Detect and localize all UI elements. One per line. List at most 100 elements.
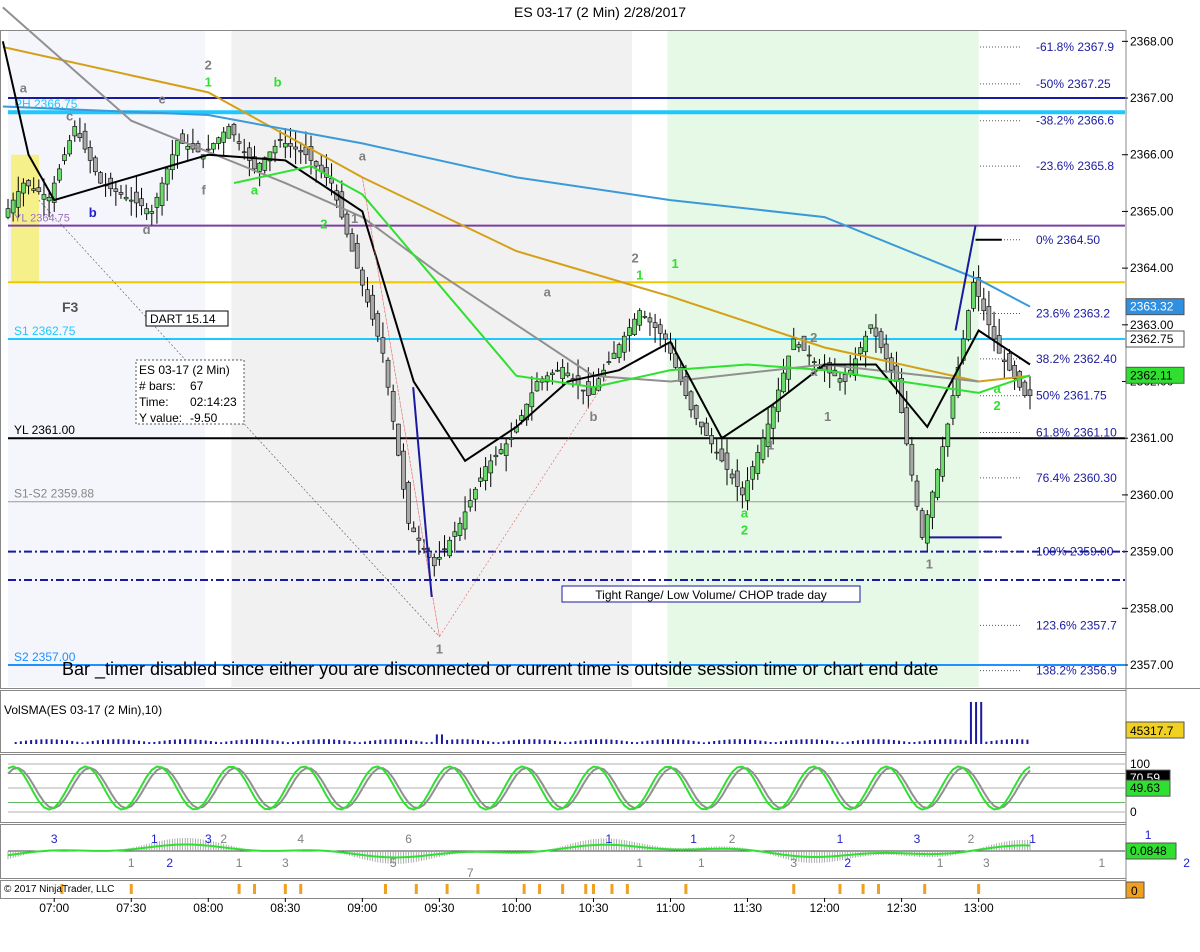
candle-body	[688, 391, 694, 411]
candle-body	[740, 487, 745, 496]
swing-label: a	[741, 506, 749, 521]
candle-body	[380, 337, 386, 354]
candle-body	[41, 194, 47, 200]
candle-body	[904, 407, 910, 445]
candle-body	[185, 145, 191, 150]
wave-label: 1	[690, 832, 697, 846]
candle-body	[385, 359, 391, 388]
time-tick-label: 09:00	[347, 901, 377, 915]
price-tick-label: 2363.00	[1130, 318, 1174, 332]
candle-body	[991, 326, 997, 340]
candle-body	[93, 157, 98, 173]
premarket-shade	[8, 31, 206, 687]
candle-body	[154, 196, 160, 208]
candle-body	[241, 151, 247, 154]
info-line-label: ES 03-17 (2 Min)	[139, 363, 230, 377]
swing-label: f	[201, 182, 206, 197]
wave-label: 2	[729, 832, 736, 846]
candle-body	[26, 180, 31, 187]
candle-body	[498, 449, 504, 454]
price-badge-label: 2362.75	[1130, 332, 1174, 346]
signal-badge-label: 0	[1131, 884, 1138, 898]
candle-body	[205, 148, 211, 151]
tight-range-label: Tight Range/ Low Volume/ CHOP trade day	[595, 588, 826, 602]
level-label: S1-S2 2359.88	[14, 487, 94, 501]
candle-body	[462, 511, 468, 530]
candle-body	[909, 444, 915, 476]
time-tick-label: 10:30	[578, 901, 608, 915]
candle-body	[21, 182, 26, 194]
candle-body	[5, 208, 11, 218]
candle-body	[642, 316, 648, 318]
candle-body	[10, 199, 16, 214]
time-tick-label: 07:00	[39, 901, 69, 915]
candle-body	[277, 139, 283, 141]
time-tick-label: 09:30	[424, 901, 454, 915]
candle-body	[236, 141, 242, 144]
swing-label: a	[251, 182, 259, 197]
swing-label: a	[359, 148, 367, 163]
fib-label: -23.6% 2365.8	[1036, 159, 1114, 173]
wave-label: 1	[236, 856, 243, 870]
candle-body	[729, 473, 735, 479]
swing-label: 1	[636, 267, 643, 282]
candle-body	[452, 531, 458, 537]
candle-body	[365, 289, 370, 303]
fib-label: -61.8% 2367.9	[1036, 40, 1114, 54]
candle-body	[211, 143, 216, 150]
candle-body	[360, 269, 365, 286]
candle-body	[31, 188, 36, 191]
candle-body	[144, 208, 149, 215]
candle-body	[354, 243, 360, 269]
candle-body	[894, 365, 899, 382]
wave-label: 3	[983, 856, 990, 870]
candle-body	[72, 126, 78, 137]
signal-tick	[876, 884, 880, 894]
candle-body	[935, 469, 940, 498]
swing-label: b	[274, 75, 282, 90]
wave-label: 5	[390, 856, 397, 870]
signal-tick	[977, 884, 981, 894]
fib-label: 38.2% 2362.40	[1036, 352, 1117, 366]
candle-body	[586, 381, 591, 396]
candle-body	[390, 391, 396, 422]
osc-badge-label: 0.0848	[1130, 844, 1167, 858]
candle-body	[344, 213, 350, 235]
candle-body	[221, 131, 226, 143]
swing-label: d	[143, 222, 151, 237]
price-tick-label: 2358.00	[1130, 601, 1174, 615]
candle-body	[1027, 389, 1033, 396]
candle-body	[339, 191, 345, 218]
signal-tick	[538, 884, 542, 894]
swing-label: e	[158, 92, 165, 107]
swing-label: b	[589, 409, 597, 424]
candle-body	[719, 448, 725, 462]
candle-body	[416, 537, 422, 541]
signal-tick	[610, 884, 614, 894]
swing-label: 1	[767, 438, 774, 453]
price-tick-label: 2360.00	[1130, 488, 1174, 502]
candle-body	[770, 406, 776, 429]
candle-body	[801, 335, 807, 351]
candle-body	[981, 298, 987, 311]
time-tick-label: 12:00	[810, 901, 840, 915]
price-tick-label: 2357.00	[1130, 658, 1174, 672]
candle-body	[621, 335, 627, 353]
wave-label: 3	[205, 832, 212, 846]
candle-body	[401, 450, 406, 490]
wave-label: 3	[914, 832, 921, 846]
candle-body	[945, 423, 951, 447]
time-tick-label: 11:00	[656, 901, 685, 915]
trading-chart[interactable]: 2357.00 2358.00 2359.00 2360.00 2361.00 2362.…	[0, 0, 1200, 952]
stoch-tick-label: 100	[1130, 757, 1150, 771]
wave-label: 4	[297, 832, 304, 846]
candle-body	[98, 172, 103, 184]
candle-body	[596, 378, 601, 391]
fib-label: 76.4% 2360.30	[1036, 471, 1117, 485]
wave-label: 1	[128, 856, 135, 870]
fib-label: 123.6% 2357.7	[1036, 618, 1117, 632]
candle-body	[550, 372, 555, 375]
candle-body	[565, 372, 571, 377]
candle-body	[663, 333, 668, 340]
candle-body	[175, 140, 180, 156]
